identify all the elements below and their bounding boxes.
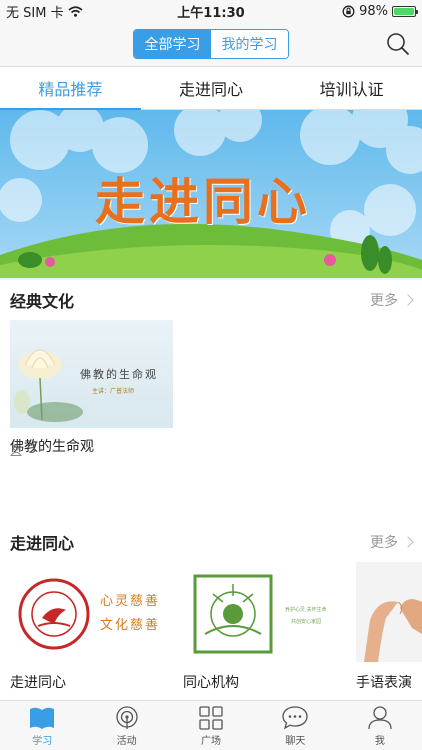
more-label: 更多	[370, 535, 398, 551]
section-header: 经典文化 更多	[0, 280, 422, 320]
tabbar-item-activity[interactable]: 活动	[84, 701, 168, 750]
thumb-title: 佛教的生命观	[80, 368, 158, 381]
category-tabs: 精品推荐 走进同心 培训认证	[0, 66, 422, 110]
status-right: 98%	[276, 3, 418, 19]
tabbar-label: 我	[374, 736, 385, 747]
carrier-label: 无 SIM 卡	[6, 5, 64, 21]
status-left: 无 SIM 卡	[6, 2, 146, 21]
battery-percent: 98%	[359, 3, 388, 19]
segment-my-study[interactable]: 我的学习	[211, 30, 288, 58]
tongxin-section: 走进同心 更多 心灵慈善 文化慈善 走进同心 养护心灵 关怀生命 共创安心家园 …	[0, 522, 422, 700]
book-icon	[30, 707, 55, 729]
caption-1: 养护心灵 关怀生命	[285, 607, 327, 613]
org-name: 同心机构	[183, 675, 239, 691]
person-icon	[10, 443, 22, 456]
org-card[interactable]: 养护心灵 关怀生命 共创安心家园 同心机构	[183, 562, 343, 692]
tabbar-label: 学习	[32, 736, 53, 747]
more-label: 更多	[370, 293, 398, 309]
tabbar-item-study[interactable]: 学习	[0, 701, 84, 750]
org-thumbnail: 养护心灵 关怀生命 共创安心家园	[183, 562, 343, 662]
caption-2: 共创安心家园	[291, 619, 322, 625]
person-icon	[368, 706, 392, 730]
wifi-icon	[68, 5, 83, 17]
segmented-control: 全部学习 我的学习	[133, 29, 289, 59]
org-name: 走进同心	[10, 675, 66, 691]
sign-language-hands-image	[364, 599, 422, 662]
status-bar: 无 SIM 卡 上午11:30 98%	[0, 0, 422, 22]
tabbar-item-me[interactable]: 我	[338, 701, 422, 750]
org-thumbnail	[356, 562, 422, 662]
section-title: 走进同心	[10, 534, 75, 553]
bottom-tab-bar: 学习 活动 广场 聊天 我	[0, 700, 422, 750]
slogan-1: 心灵慈善	[100, 594, 161, 609]
org-thumbnail: 心灵慈善 文化慈善	[10, 562, 170, 662]
status-time: 上午11:30	[177, 5, 245, 21]
tabbar-item-chat[interactable]: 聊天	[253, 701, 337, 750]
banner-title: 走进同心	[95, 172, 311, 231]
grid-icon	[199, 706, 223, 730]
org-name: 手语表演	[356, 675, 412, 691]
tab-training[interactable]: 培训认证	[281, 67, 422, 109]
section-title: 经典文化	[10, 292, 75, 311]
nav-bar: 全部学习 我的学习	[0, 22, 422, 66]
section-header: 走进同心 更多	[0, 522, 422, 562]
charity-logo-icon	[18, 578, 90, 650]
more-link[interactable]: 更多	[370, 290, 414, 310]
tab-featured[interactable]: 精品推荐	[0, 67, 141, 110]
banner[interactable]: 走进同心	[0, 110, 422, 278]
broadcast-icon	[115, 706, 138, 729]
battery-fill	[394, 7, 414, 15]
slogan-2: 文化慈善	[100, 618, 161, 633]
view-count-value: 3	[28, 442, 37, 457]
classic-culture-section: 经典文化 更多 佛教的生命观 主讲：广普法师 佛教的生命观 3	[0, 280, 422, 522]
chevron-right-icon	[402, 536, 414, 548]
tabbar-item-plaza[interactable]: 广场	[169, 701, 253, 750]
tabbar-label: 广场	[201, 736, 222, 747]
more-link[interactable]: 更多	[370, 532, 414, 552]
chat-bubble-icon	[282, 706, 309, 730]
view-count: 3	[10, 442, 36, 457]
battery-icon	[392, 5, 418, 17]
tabbar-label: 聊天	[285, 736, 306, 747]
tab-tongxin[interactable]: 走进同心	[141, 67, 282, 109]
org-card[interactable]: 手语表演	[356, 562, 422, 692]
course-thumbnail: 佛教的生命观 主讲：广普法师	[10, 320, 173, 428]
thumb-subtitle: 主讲：广普法师	[92, 388, 135, 395]
rotation-lock-icon	[342, 5, 355, 17]
search-icon[interactable]	[386, 32, 410, 56]
course-card[interactable]: 佛教的生命观 主讲：广普法师 佛教的生命观	[10, 320, 173, 456]
org-card[interactable]: 心灵慈善 文化慈善 走进同心	[10, 562, 170, 692]
institution-logo-icon	[193, 574, 273, 654]
chevron-right-icon	[402, 294, 414, 306]
tabbar-label: 活动	[116, 736, 137, 747]
segment-all-study[interactable]: 全部学习	[134, 30, 211, 58]
